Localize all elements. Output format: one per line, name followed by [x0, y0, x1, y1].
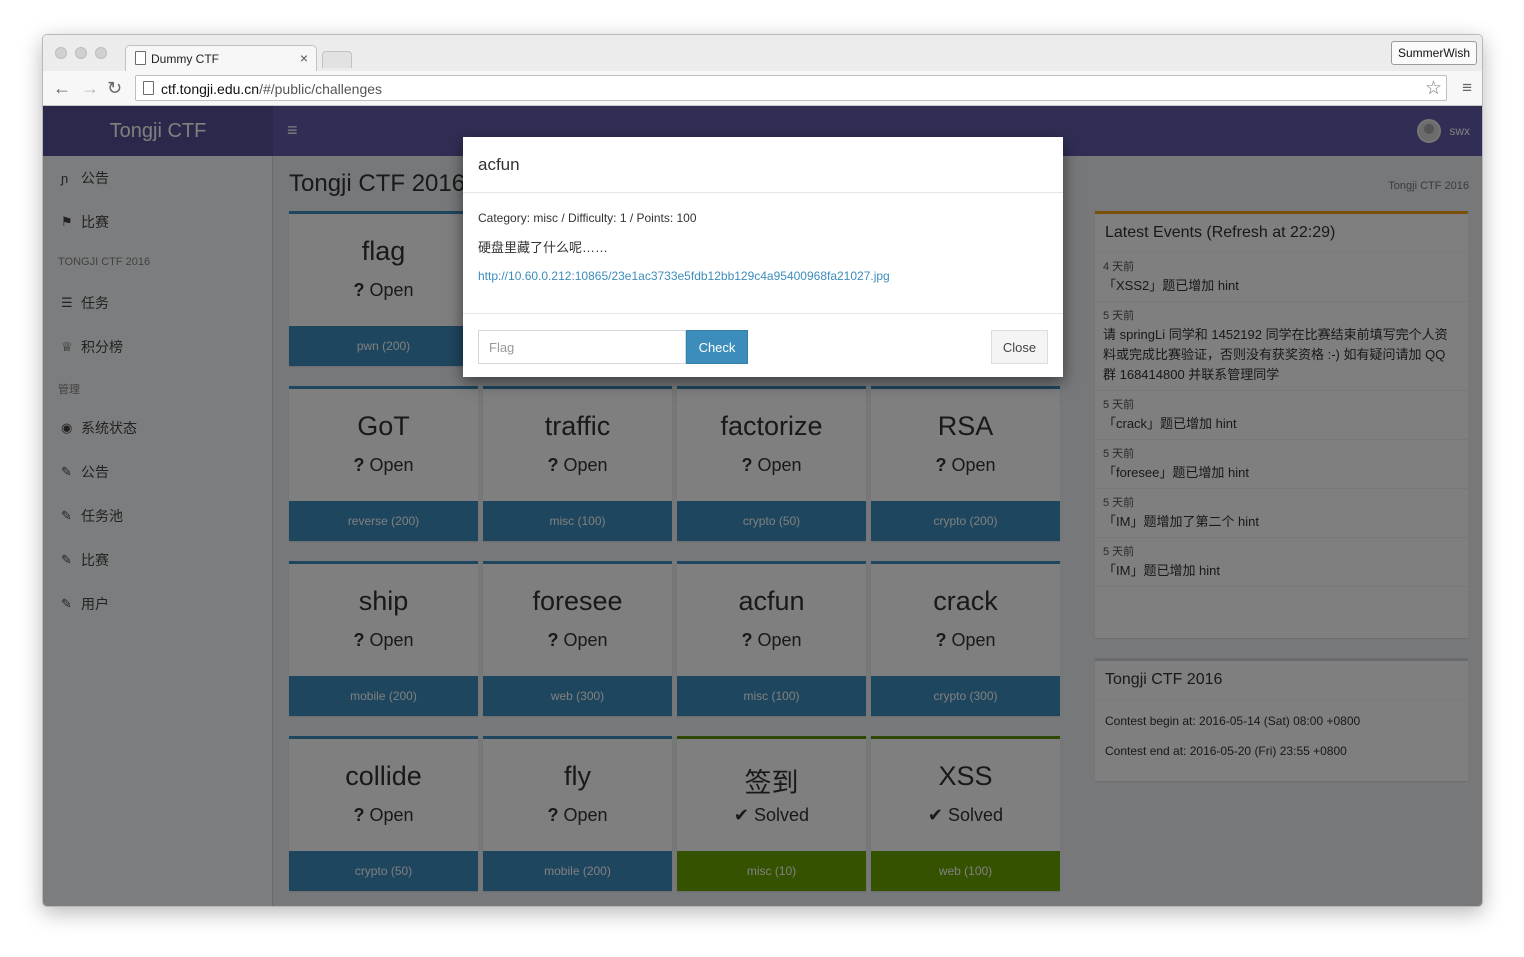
- challenge-meta: Category: misc / Difficulty: 1 / Points:…: [478, 211, 697, 225]
- forward-icon[interactable]: →: [81, 78, 99, 99]
- tab-title: Dummy CTF: [151, 52, 219, 66]
- minimize-window-icon[interactable]: [75, 47, 87, 59]
- profile-button[interactable]: SummerWish: [1390, 41, 1477, 65]
- close-button[interactable]: Close: [991, 330, 1048, 364]
- maximize-window-icon[interactable]: [95, 47, 107, 59]
- url-text: ctf.tongji.edu.cn/#/public/challenges: [161, 81, 382, 97]
- browser-menu-icon[interactable]: ≡: [1462, 78, 1472, 98]
- challenge-modal: acfun Category: misc / Difficulty: 1 / P…: [463, 137, 1063, 377]
- url-field[interactable]: ctf.tongji.edu.cn/#/public/challenges ☆: [135, 75, 1447, 101]
- back-icon[interactable]: ←: [53, 78, 71, 99]
- attachment-link[interactable]: http://10.60.0.212:10865/23e1ac3733e5fdb…: [478, 269, 1048, 283]
- address-bar: ← → ↻ ctf.tongji.edu.cn/#/public/challen…: [43, 71, 1482, 106]
- check-button[interactable]: Check: [686, 330, 748, 364]
- bookmark-star-icon[interactable]: ☆: [1425, 77, 1442, 100]
- document-icon: [135, 51, 146, 65]
- close-window-icon[interactable]: [55, 47, 67, 59]
- tab-close-icon[interactable]: ×: [300, 50, 308, 66]
- page: Tongji CTF ≡ swx ɲ 公告 ⚑ 比赛 TONGJI CTF 20…: [43, 106, 1482, 906]
- browser-window: Dummy CTF × SummerWish ← → ↻ ctf.tongji.…: [42, 34, 1483, 907]
- reload-icon[interactable]: ↻: [107, 78, 122, 99]
- flag-input[interactable]: [478, 330, 686, 364]
- modal-title: acfun: [463, 137, 1063, 193]
- url-host: ctf.tongji.edu.cn: [161, 81, 260, 97]
- challenge-description: 硬盘里藏了什么呢……: [478, 240, 609, 255]
- browser-tab[interactable]: Dummy CTF ×: [125, 45, 317, 71]
- window-controls: [55, 47, 107, 59]
- new-tab-button[interactable]: [322, 51, 352, 68]
- modal-body: Category: misc / Difficulty: 1 / Points:…: [463, 193, 1063, 313]
- tab-strip: Dummy CTF × SummerWish: [43, 35, 1482, 71]
- url-path: /#/public/challenges: [259, 81, 383, 97]
- modal-footer: Check Close: [463, 313, 1063, 377]
- page-icon: [143, 81, 154, 95]
